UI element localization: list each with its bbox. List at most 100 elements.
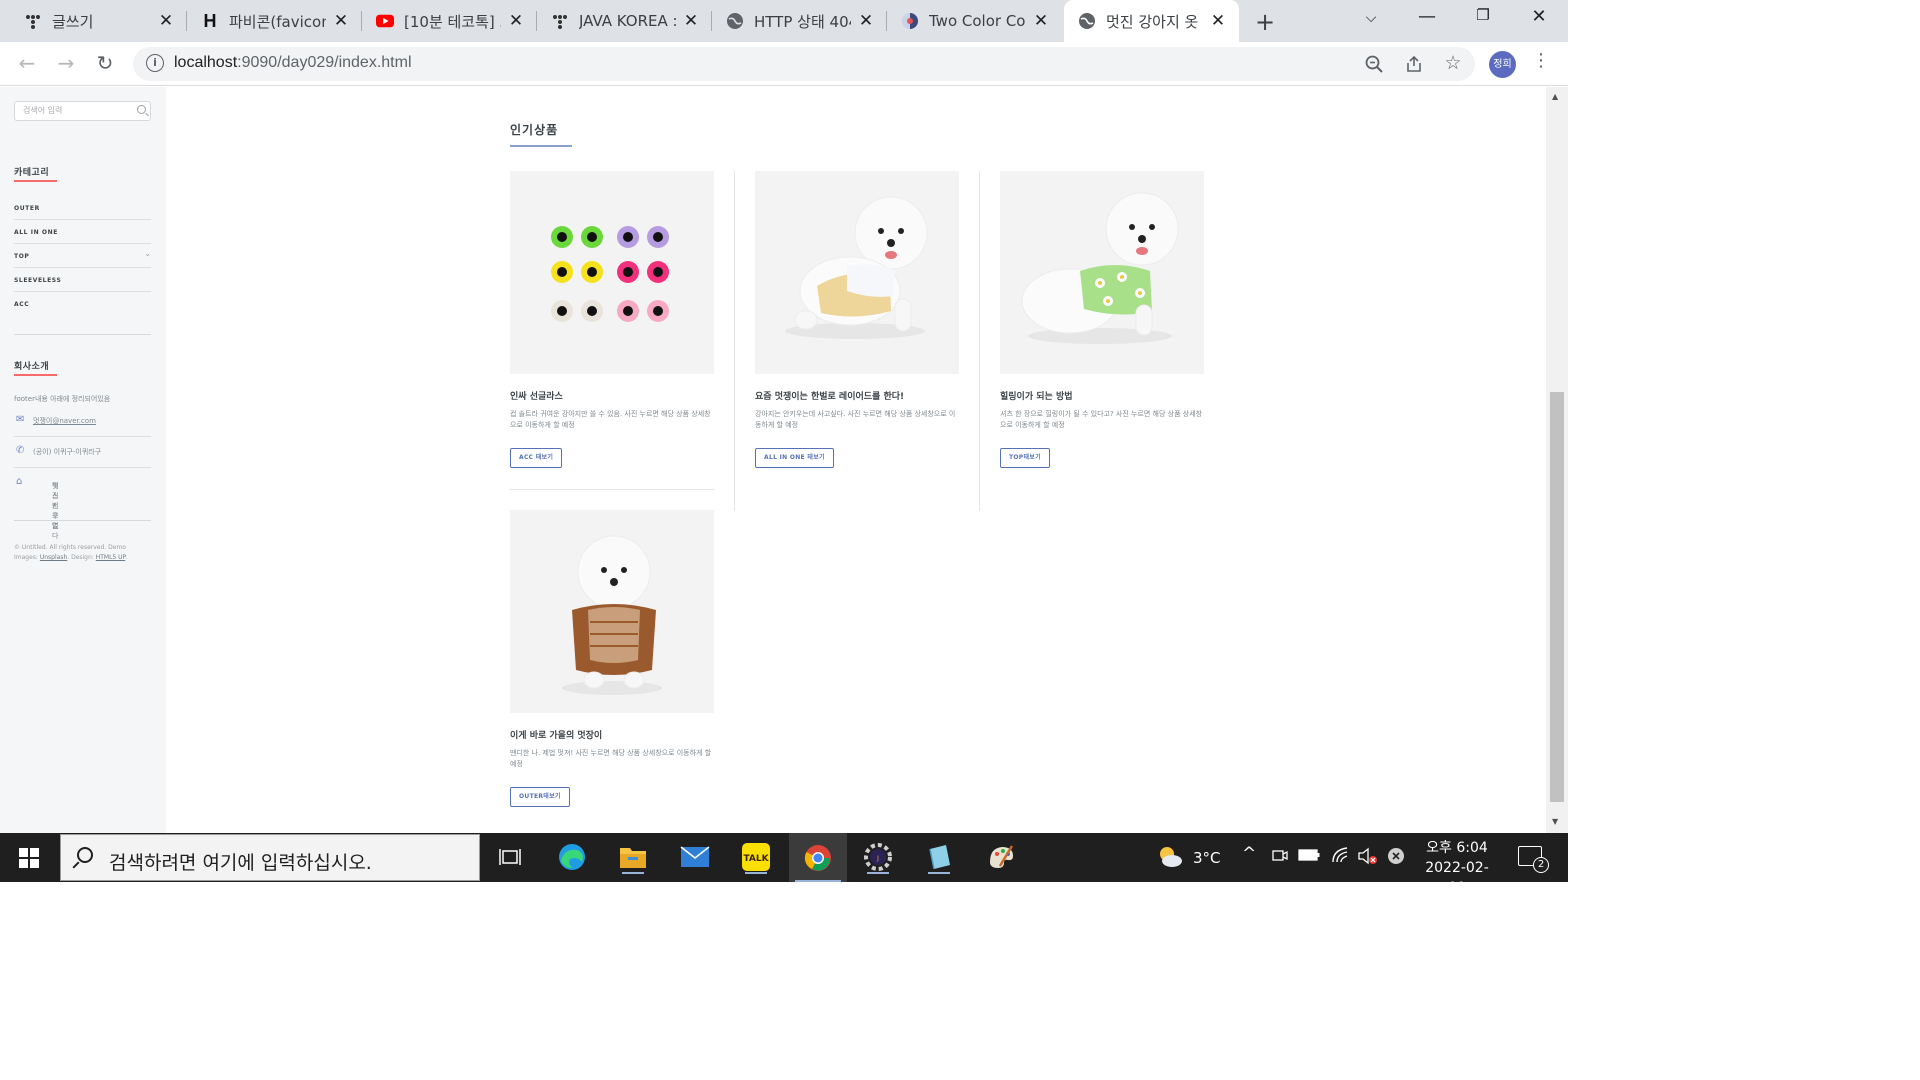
tab-1[interactable]: H 파비콘(favicon ✕ [187,0,362,42]
chrome-icon[interactable] [789,833,847,882]
notification-center-icon[interactable]: 2 [1518,846,1549,873]
product-image-top[interactable] [1000,171,1204,374]
sidebar-item-all-in-one[interactable]: ALL IN ONE [14,220,151,244]
tistory-icon [24,12,42,30]
share-icon[interactable] [1403,55,1425,77]
file-explorer-icon[interactable] [616,840,650,874]
taskbar-search-placeholder: 검색하려면 여기에 입력하십시오. [109,852,372,874]
forward-arrow-icon[interactable]: → [53,51,79,77]
close-tab-icon[interactable]: ✕ [157,11,175,31]
page-scrollbar[interactable]: ▲ ▼ [1546,87,1568,833]
windows-start-icon[interactable] [19,848,39,868]
product-image-all-in-one[interactable] [755,171,959,374]
notepad-icon[interactable] [922,840,956,874]
contact-email: ✉ 멋쟁이@naver.com [14,413,151,437]
product-image-outer[interactable] [510,510,714,713]
address-bar[interactable]: i localhost:9090/day029/index.html ☆ [133,47,1475,81]
tab-5[interactable]: Two Color Com ✕ [887,0,1062,42]
tab-title: HTTP 상태 404 [754,12,851,31]
taskbar-clock[interactable]: 오후 6:04 2022-02-09 [1418,838,1496,898]
restore-icon[interactable]: ❐ [1468,6,1498,24]
scroll-up-icon[interactable]: ▲ [1552,92,1558,101]
sidebar-item-top[interactable]: TOP ⌄ [14,244,151,268]
contact-phone: ✆ (공이) 이퀴구-이퀴라구 [14,444,151,468]
address-line-2: 책스번호 없다 [52,482,59,540]
meet-now-icon[interactable] [1272,847,1288,869]
battery-icon[interactable] [1298,848,1320,866]
close-tab-icon[interactable]: ✕ [507,11,525,31]
edge-icon[interactable] [555,840,589,874]
profile-avatar[interactable]: 정희 [1489,51,1516,78]
sidebar-item-label: ACC [14,301,30,308]
eclipse-gear-icon[interactable]: J [861,840,895,874]
tab-4[interactable]: HTTP 상태 404 ✕ [712,0,887,42]
ime-close-icon[interactable] [1386,846,1406,870]
zoom-icon[interactable] [1363,55,1385,77]
temperature-text: 3°C [1193,849,1221,867]
new-tab-plus-icon[interactable]: + [1252,8,1278,36]
product-description: 강아지는 안키우는데 사고싶다. 사진 누르면 해당 상품 상세창으로 이동하게… [755,410,956,429]
sidebar-item-outer[interactable]: OUTER [14,196,151,220]
tab-title: JAVA KOREA :: [579,12,676,30]
tab-title: 글쓰기 [52,12,94,31]
product-image-sunglasses[interactable] [510,171,714,374]
paint-icon[interactable] [984,840,1018,874]
view-all-in-one-button[interactable]: ALL IN ONE 태보기 [755,448,834,468]
chevron-up-icon[interactable]: ^ [1242,844,1256,864]
sidebar-divider [14,334,151,335]
html5up-link[interactable]: HTML5 UP [96,554,126,561]
clock-date: 2022-02-09 [1425,860,1489,896]
notification-count-badge: 2 [1533,857,1549,873]
site-info-icon[interactable]: i [146,54,164,72]
tab-0[interactable]: 글쓰기 ✕ [0,0,187,42]
menu-kebab-icon[interactable]: ⋮ [1532,50,1550,71]
copyright-text: © Untitled. All rights reserved. Demo Im… [14,543,151,563]
tab-6-active[interactable]: 멋진 강아지 옷 ✕ [1064,0,1239,42]
bookmark-star-icon[interactable]: ☆ [1442,52,1464,74]
url-text[interactable]: localhost:9090/day029/index.html [174,54,412,72]
search-placeholder: 검색어 입력 [23,106,63,115]
wifi-icon[interactable] [1331,846,1351,868]
tab-3[interactable]: JAVA KOREA :: ✕ [537,0,712,42]
tab-2[interactable]: [10분 테코톡] 3 ✕ [362,0,537,42]
close-tab-icon[interactable]: ✕ [682,11,700,31]
unsplash-link[interactable]: Unsplash [40,554,67,561]
close-tab-icon[interactable]: ✕ [1032,11,1050,31]
view-acc-button[interactable]: ACC 태보기 [510,448,563,468]
view-top-button[interactable]: TOP태보기 [1000,448,1050,468]
chevron-down-icon[interactable]: ⌄ [144,249,151,258]
close-tab-icon[interactable]: ✕ [332,11,350,31]
url-host: localhost [174,54,238,71]
reload-icon[interactable]: ↻ [92,51,118,77]
globe-icon [726,12,744,30]
scrollbar-thumb[interactable] [1550,392,1564,802]
product-description: 땐디한 나. 제법 멋져! 사진 누르면 해당 상품 상세창으로 이동하게 할 … [510,749,712,768]
kakaotalk-icon[interactable]: TALK [739,840,773,874]
tab-title: [10분 테코톡] 3 [404,12,501,31]
sidebar-item-sleeveless[interactable]: SLEEVELESS [14,268,151,292]
email-link[interactable]: 멋쟁이@naver.com [33,416,96,426]
view-outer-button[interactable]: OUTER태보기 [510,787,570,807]
back-arrow-icon[interactable]: ← [14,51,40,77]
sidebar-item-acc[interactable]: ACC [14,292,151,316]
task-view-icon[interactable] [493,840,527,874]
windows-taskbar: 검색하려면 여기에 입력하십시오. TALK J 3°C ^ 오후 6:04 2… [0,833,1568,896]
volume-muted-icon[interactable] [1357,846,1379,870]
main-content: 인기상품 인싸 선글라스 컵 솔트라 귀여운 강아지만 쓸 수 있음. 사진 누… [166,87,1546,833]
tab-search-chevron-icon[interactable]: ⌵ [1356,10,1386,26]
search-icon[interactable] [137,105,146,114]
close-tab-icon[interactable]: ✕ [857,11,875,31]
row-divider [510,489,714,490]
product-title: 요즘 멋쟁이는 한벌로 레이어드를 한다! [755,392,905,402]
close-window-icon[interactable]: ✕ [1524,6,1554,27]
scroll-down-icon[interactable]: ▼ [1552,817,1558,826]
close-tab-icon[interactable]: ✕ [1209,11,1227,31]
youtube-icon [376,12,394,30]
taskbar-search-input[interactable]: 검색하려면 여기에 입력하십시오. [60,834,480,881]
search-icon [77,847,93,863]
weather-icon[interactable] [1155,843,1185,875]
mail-icon[interactable] [678,840,712,874]
sidebar: 검색어 입력 카테고리 OUTER ALL IN ONE TOP ⌄ SLEEVE… [0,87,166,833]
sidebar-search-input[interactable]: 검색어 입력 [14,101,151,121]
minimize-icon[interactable]: — [1412,6,1442,27]
